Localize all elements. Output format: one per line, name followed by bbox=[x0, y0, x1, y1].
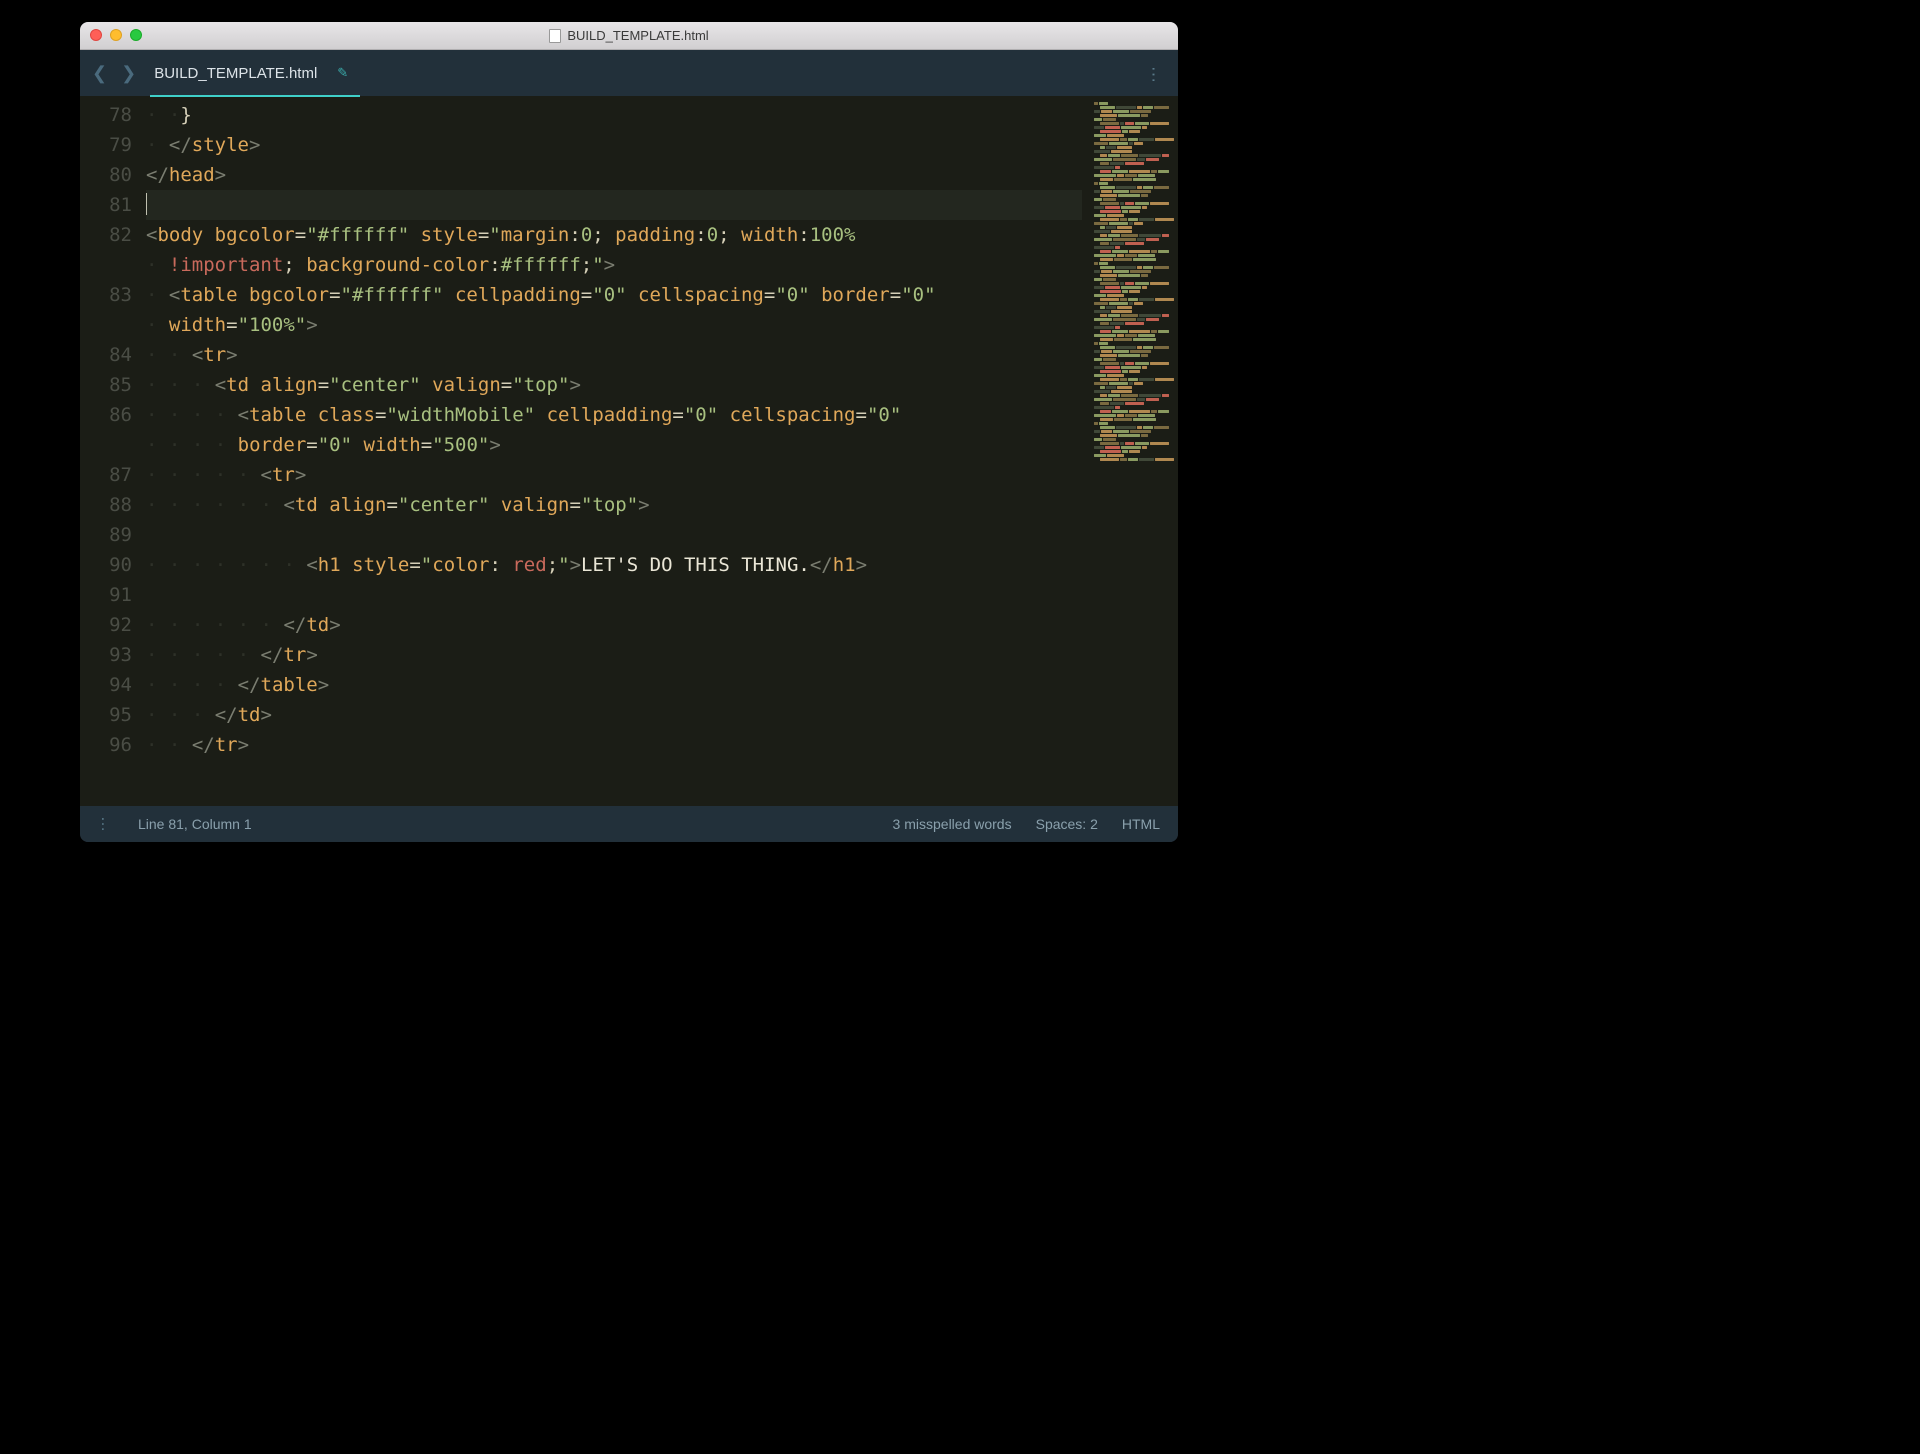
line-number-gutter: 78798081828384858687888990919293949596 bbox=[80, 96, 142, 806]
code-area[interactable]: · ·}· </style></head><body bgcolor="#fff… bbox=[142, 96, 1090, 806]
minimize-window-button[interactable] bbox=[110, 29, 122, 41]
traffic-lights bbox=[90, 29, 142, 41]
tab-active[interactable]: BUILD_TEMPLATE.html ✎ bbox=[154, 50, 356, 96]
status-cursor-position[interactable]: Line 81, Column 1 bbox=[138, 816, 252, 832]
zoom-window-button[interactable] bbox=[130, 29, 142, 41]
status-spellcheck[interactable]: 3 misspelled words bbox=[893, 816, 1012, 832]
status-menu-icon[interactable]: … bbox=[97, 816, 115, 832]
nav-back-icon[interactable]: ❮ bbox=[92, 63, 107, 84]
titlebar: BUILD_TEMPLATE.html bbox=[80, 22, 1178, 50]
status-indent[interactable]: Spaces: 2 bbox=[1036, 816, 1098, 832]
minimap[interactable] bbox=[1090, 96, 1178, 806]
status-language[interactable]: HTML bbox=[1122, 816, 1160, 832]
document-icon bbox=[549, 29, 561, 43]
status-bar: … Line 81, Column 1 3 misspelled words S… bbox=[80, 806, 1178, 842]
nav-forward-icon[interactable]: ❯ bbox=[121, 63, 136, 84]
close-window-button[interactable] bbox=[90, 29, 102, 41]
editor[interactable]: 78798081828384858687888990919293949596 ·… bbox=[80, 96, 1178, 806]
app-window: BUILD_TEMPLATE.html ❮ ❯ BUILD_TEMPLATE.h… bbox=[80, 22, 1178, 842]
tab-filename: BUILD_TEMPLATE.html bbox=[154, 65, 317, 82]
window-title-text: BUILD_TEMPLATE.html bbox=[567, 28, 708, 43]
tab-modified-icon: ✎ bbox=[337, 65, 348, 81]
window-title: BUILD_TEMPLATE.html bbox=[549, 28, 708, 43]
tab-overflow-menu-icon[interactable]: … bbox=[1148, 65, 1169, 81]
nav-arrows: ❮ ❯ bbox=[92, 63, 136, 84]
tab-bar: ❮ ❯ BUILD_TEMPLATE.html ✎ … bbox=[80, 50, 1178, 96]
